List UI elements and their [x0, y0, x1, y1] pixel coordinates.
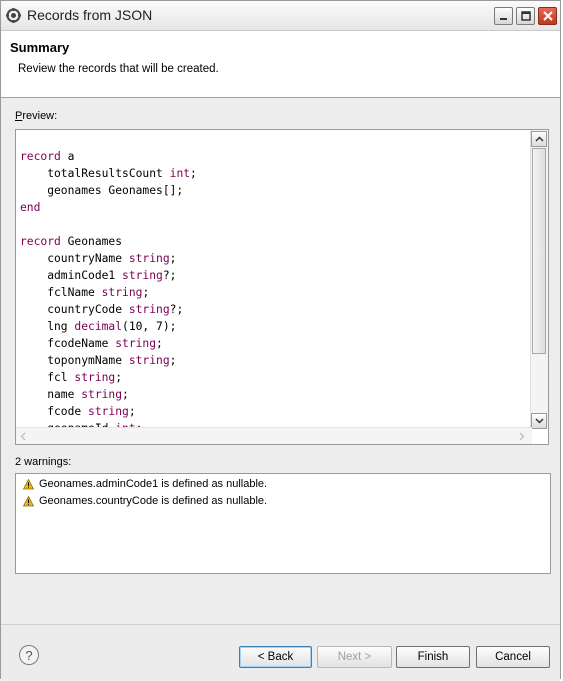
- chevron-up-icon: [534, 136, 544, 142]
- code-line: toponymName string;: [20, 354, 176, 367]
- code-keyword: record: [20, 150, 61, 163]
- code-text: ;: [122, 388, 129, 401]
- scroll-down-button[interactable]: [531, 413, 547, 429]
- vertical-scrollbar[interactable]: [530, 130, 548, 429]
- code-text: fcodeName: [20, 337, 116, 350]
- code-line: fclName string;: [20, 286, 149, 299]
- window-title: Records from JSON: [27, 7, 153, 23]
- code-keyword: string: [128, 303, 170, 316]
- code-line: fcode string;: [20, 405, 136, 418]
- code-text: ;: [169, 354, 177, 367]
- warning-icon: [23, 495, 34, 506]
- page-description: Review the records that will be created.: [18, 63, 219, 75]
- code-keyword: end: [20, 201, 41, 214]
- chevron-left-icon[interactable]: [20, 432, 26, 441]
- list-item[interactable]: Geonames.adminCode1 is defined as nullab…: [23, 477, 267, 491]
- next-button[interactable]: Next >: [317, 646, 392, 668]
- code-keyword: string: [74, 371, 116, 384]
- code-text: name: [20, 388, 82, 401]
- code-keyword: int: [169, 167, 191, 180]
- code-text: (10, 7);: [122, 320, 177, 333]
- code-text: ;: [142, 286, 150, 299]
- maximize-button[interactable]: [516, 7, 535, 25]
- scroll-up-button[interactable]: [531, 131, 547, 147]
- chevron-right-icon[interactable]: [519, 432, 525, 441]
- code-text: fclName: [20, 286, 102, 299]
- code-text: ;: [115, 371, 123, 384]
- code-line: totalResultsCount int;: [20, 167, 197, 180]
- code-keyword: string: [128, 252, 170, 265]
- code-line: countryName string;: [20, 252, 176, 265]
- code-text: ?;: [169, 303, 184, 316]
- code-text: totalResultsCount: [20, 167, 170, 180]
- cancel-button[interactable]: Cancel: [476, 646, 550, 668]
- code-text: adminCode1: [20, 269, 123, 282]
- minimize-icon: [500, 17, 507, 20]
- code-text: countryName: [20, 252, 129, 265]
- code-line: fcl string;: [20, 371, 122, 384]
- wizard-content: Preview: record a totalResultsCount int;…: [1, 98, 560, 624]
- list-item[interactable]: Geonames.countryCode is defined as nulla…: [23, 494, 267, 508]
- code-line: countryCode string?;: [20, 303, 183, 316]
- help-icon: ?: [25, 647, 33, 663]
- code-keyword: string: [81, 388, 123, 401]
- warning-icon: [23, 478, 34, 489]
- warning-text: Geonames.adminCode1 is defined as nullab…: [39, 478, 268, 490]
- code-line: geonames Geonames[];: [20, 184, 183, 197]
- code-line: name string;: [20, 388, 129, 401]
- code-keyword: decimal: [74, 320, 123, 333]
- wizard-header: Summary Review the records that will be …: [1, 31, 560, 98]
- code-line: end: [20, 201, 40, 214]
- code-text: lng: [20, 320, 75, 333]
- code-text: fcode: [20, 405, 89, 418]
- code-text: geonames Geonames[];: [20, 184, 184, 197]
- help-button[interactable]: ?: [19, 645, 39, 665]
- back-button[interactable]: < Back: [239, 646, 312, 668]
- code-line: record a: [20, 150, 74, 163]
- code-text: ;: [156, 337, 163, 350]
- code-line: adminCode1 string?;: [20, 269, 176, 282]
- code-keyword: record: [20, 235, 61, 248]
- code-text: fcl: [20, 371, 75, 384]
- preview-label-rest: review:: [22, 110, 58, 122]
- code-text: ;: [169, 252, 177, 265]
- close-button[interactable]: [538, 7, 557, 25]
- dialog-window: Records from JSON Summary Review the rec…: [0, 0, 561, 681]
- warnings-label: 2 warnings:: [15, 456, 72, 468]
- maximize-icon: [520, 11, 531, 21]
- scroll-thumb[interactable]: [532, 148, 546, 354]
- code-keyword: string: [101, 286, 143, 299]
- warnings-list[interactable]: Geonames.adminCode1 is defined as nullab…: [15, 473, 551, 574]
- horizontal-scrollbar[interactable]: [16, 427, 532, 444]
- code-text: ?;: [162, 269, 177, 282]
- title-bar[interactable]: Records from JSON: [1, 1, 560, 31]
- code-text: toponymName: [20, 354, 129, 367]
- preview-code[interactable]: record a totalResultsCount int; geonames…: [20, 148, 197, 437]
- app-icon: [6, 8, 21, 23]
- code-text: countryCode: [20, 303, 129, 316]
- code-text: ;: [128, 405, 136, 418]
- page-title: Summary: [10, 40, 70, 55]
- finish-button[interactable]: Finish: [396, 646, 470, 668]
- code-text: a: [60, 150, 75, 163]
- chevron-down-icon: [534, 418, 544, 424]
- close-icon: [542, 11, 553, 21]
- code-keyword: string: [122, 269, 163, 282]
- code-line: lng decimal(10, 7);: [20, 320, 176, 333]
- warning-text: Geonames.countryCode is defined as nulla…: [39, 495, 268, 507]
- minimize-button[interactable]: [494, 7, 513, 25]
- button-bar: ? < Back Next > Finish Cancel: [1, 624, 560, 681]
- code-line: fcodeName string;: [20, 337, 163, 350]
- code-keyword: string: [115, 337, 157, 350]
- preview-label: Preview:: [15, 110, 57, 122]
- code-text: Geonames: [60, 235, 123, 248]
- code-keyword: string: [88, 405, 129, 418]
- code-keyword: string: [128, 354, 170, 367]
- code-line: record Geonames: [20, 235, 122, 248]
- preview-text-area[interactable]: record a totalResultsCount int; geonames…: [15, 129, 549, 445]
- code-text: ;: [190, 167, 197, 180]
